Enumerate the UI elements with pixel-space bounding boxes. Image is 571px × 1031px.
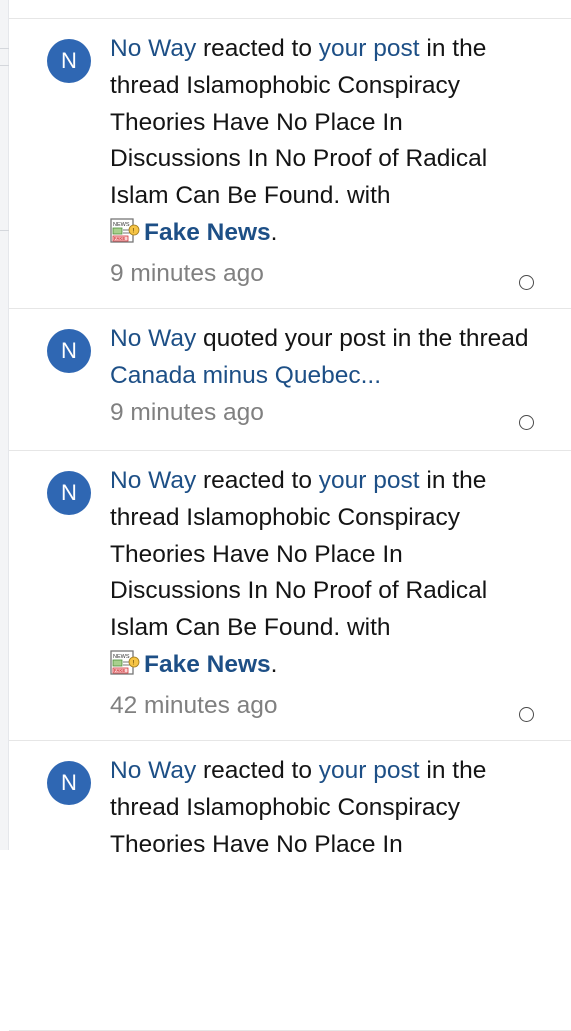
alert-post-link[interactable]: your post <box>319 757 420 784</box>
avatar[interactable]: N <box>47 471 91 515</box>
alert-with-text: with <box>340 182 391 210</box>
svg-text:NEWS: NEWS <box>113 654 130 660</box>
alert-user-link[interactable]: No Way <box>110 325 196 352</box>
reaction-label[interactable]: Fake News <box>144 219 271 246</box>
reaction-label[interactable]: Fake News <box>144 651 271 678</box>
alert-trailing-punct: . <box>270 650 278 678</box>
alert-time: 9 minutes ago <box>110 398 264 426</box>
left-edge-panel <box>0 0 9 850</box>
svg-text:FAKE: FAKE <box>114 236 125 241</box>
svg-text:!: ! <box>132 228 134 234</box>
alert-time: 9 minutes ago <box>110 259 264 287</box>
fake-news-icon: NEWS FAKE ! <box>110 650 140 688</box>
svg-text:FAKE: FAKE <box>114 668 125 673</box>
fake-news-icon: NEWS FAKE ! <box>110 218 140 256</box>
avatar[interactable]: N <box>47 761 91 805</box>
alert-action-text: reacted to <box>196 35 319 62</box>
left-edge-mark <box>0 65 9 66</box>
left-edge-mark <box>0 48 9 49</box>
alert-action-text: reacted to <box>196 757 319 784</box>
svg-text:!: ! <box>132 660 134 666</box>
alert-post-link[interactable]: your post <box>319 467 420 494</box>
alert-trailing-punct: . <box>270 218 278 246</box>
alert-user-link[interactable]: No Way <box>110 757 196 784</box>
mark-read-toggle[interactable] <box>519 275 534 290</box>
alerts-feed: N No Way reacted to your post in the thr… <box>9 19 571 1031</box>
alert-with-text: with <box>340 614 391 642</box>
alert-action-text: quoted your post in the thread <box>196 325 529 352</box>
alert-content: No Way quoted your post in the thread Ca… <box>110 321 531 431</box>
alert-user-link[interactable]: No Way <box>110 467 196 494</box>
alert-thread-link[interactable]: Canada minus Quebec... <box>110 362 381 389</box>
left-edge-mark <box>0 230 9 231</box>
mark-read-toggle[interactable] <box>519 415 534 430</box>
avatar[interactable]: N <box>47 329 91 373</box>
alert-content: No Way reacted to your post in the threa… <box>110 463 531 725</box>
alert-item[interactable]: N No Way reacted to your post in the thr… <box>9 741 571 1031</box>
alert-user-link[interactable]: No Way <box>110 35 196 62</box>
alert-item[interactable]: N No Way reacted to your post in the thr… <box>9 19 571 309</box>
alert-post-link[interactable]: your post <box>319 35 420 62</box>
avatar[interactable]: N <box>47 39 91 83</box>
alert-action-text: reacted to <box>196 467 319 494</box>
alert-content: No Way reacted to your post in the threa… <box>110 753 531 863</box>
alert-item[interactable]: N No Way reacted to your post in the thr… <box>9 451 571 741</box>
mark-read-toggle[interactable] <box>519 707 534 722</box>
svg-text:NEWS: NEWS <box>113 222 130 228</box>
alert-content: No Way reacted to your post in the threa… <box>110 31 531 293</box>
alert-time: 42 minutes ago <box>110 691 278 719</box>
alert-item[interactable]: N No Way quoted your post in the thread … <box>9 309 571 451</box>
